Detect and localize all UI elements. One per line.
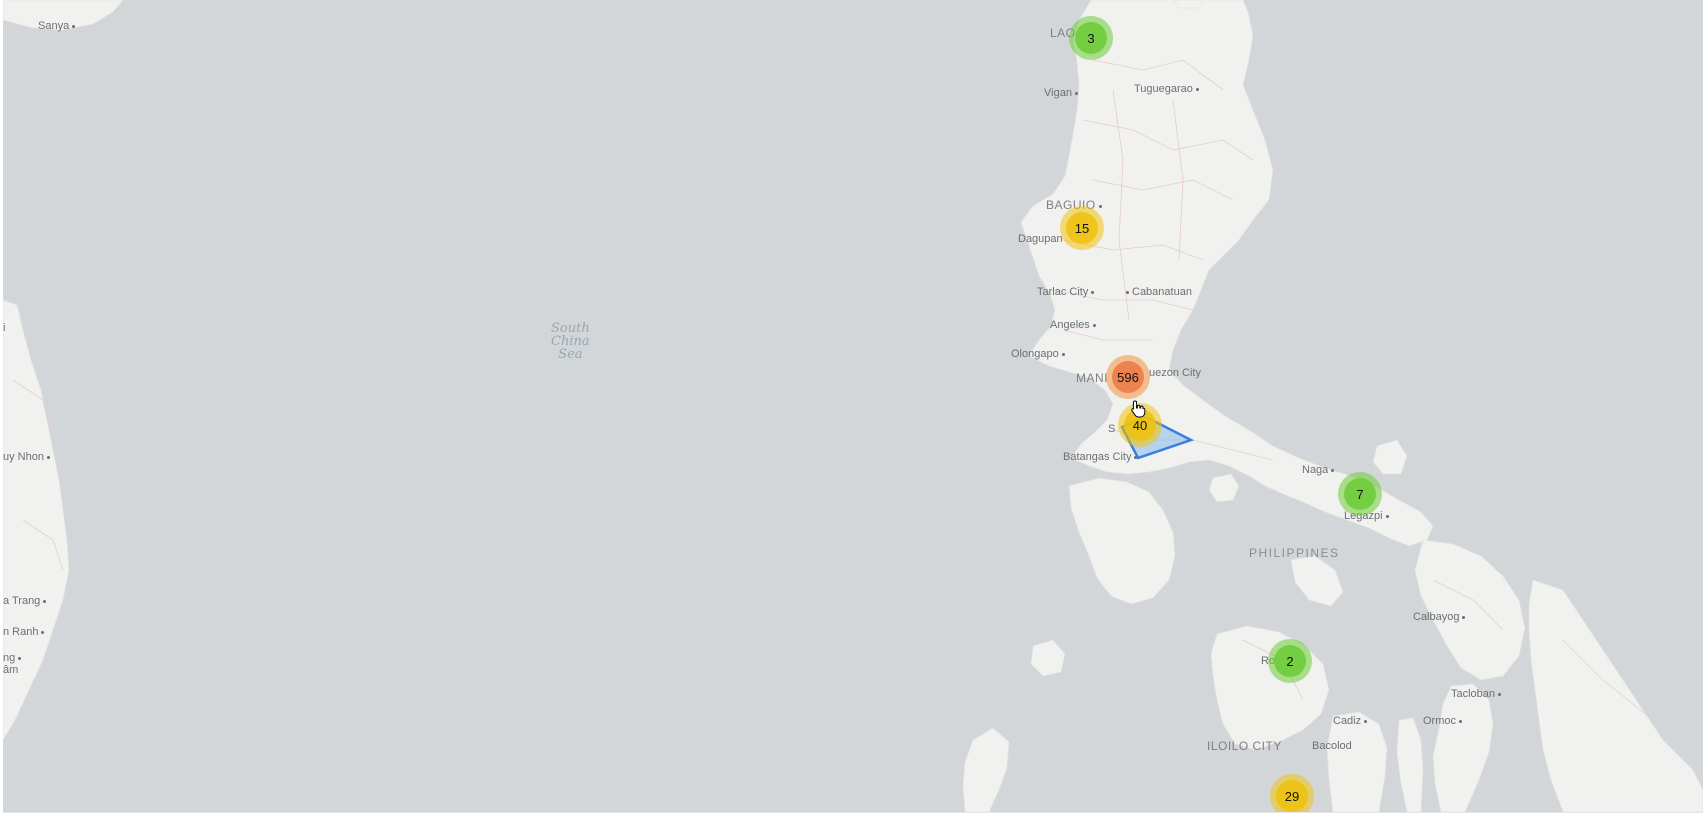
place-tarlac: Tarlac City [1037,287,1097,298]
map-land-layer [3,0,1703,812]
place-left-cut-2: âm [3,664,19,676]
place-quy-nhon: uy Nhon [3,452,53,463]
place-quezon-city: uezon City [1149,367,1201,379]
place-vigan: Vigan [1044,88,1081,99]
cluster-marker-manila[interactable]: 596 [1106,355,1150,399]
place-bacolod: Bacolod [1312,740,1352,752]
country-label: PHILIPPINES [1249,546,1340,560]
place-santa: S [1108,423,1116,435]
cluster-marker-legazpi[interactable]: 7 [1338,472,1382,516]
place-cabanatuan: Cabanatuan [1123,287,1192,298]
cluster-count: 15 [1066,212,1098,244]
province-boundaries [12,59,1654,721]
place-left-cut-3: i [3,322,6,334]
cluster-count: 40 [1124,409,1156,441]
map-canvas[interactable]: Sanya LAO Vigan Tuguegarao BAGUIO Dagupa… [3,0,1703,813]
place-iloilo: ILOILO CITY [1207,739,1282,753]
place-left-cut-1: ng [3,653,24,664]
place-manila: MANI [1076,371,1108,385]
sea-label: South China Sea [551,321,590,362]
cluster-marker-roxas[interactable]: 2 [1268,639,1312,683]
cluster-marker-iloilo[interactable]: 29 [1270,774,1314,812]
place-dagupan: Dagupan [1018,233,1063,245]
place-cadiz: Cadiz [1333,716,1370,727]
place-angeles: Angeles [1050,320,1099,331]
cluster-marker-laoag[interactable]: 3 [1069,16,1113,60]
cluster-marker-dagupan[interactable]: 15 [1060,206,1104,250]
place-sanya: Sanya [38,21,78,32]
landmass [3,0,1703,812]
place-tacloban: Tacloban [1451,689,1504,700]
place-tuguegarao: Tuguegarao [1134,84,1202,95]
place-naga: Naga [1302,465,1337,476]
place-calbayog: Calbayog [1413,612,1468,623]
cluster-count: 596 [1112,361,1144,393]
cluster-count: 7 [1344,478,1376,510]
place-nha-trang: a Trang [3,596,49,607]
place-ormoc: Ormoc [1423,716,1465,727]
place-batangas: Batangas City [1063,452,1140,463]
place-cam-ranh: n Ranh [3,627,47,638]
cluster-count: 3 [1075,22,1107,54]
cluster-marker-batangas[interactable]: 40 [1118,403,1162,447]
cluster-count: 29 [1276,780,1308,812]
place-olongapo: Olongapo [1011,349,1068,360]
cluster-count: 2 [1274,645,1306,677]
